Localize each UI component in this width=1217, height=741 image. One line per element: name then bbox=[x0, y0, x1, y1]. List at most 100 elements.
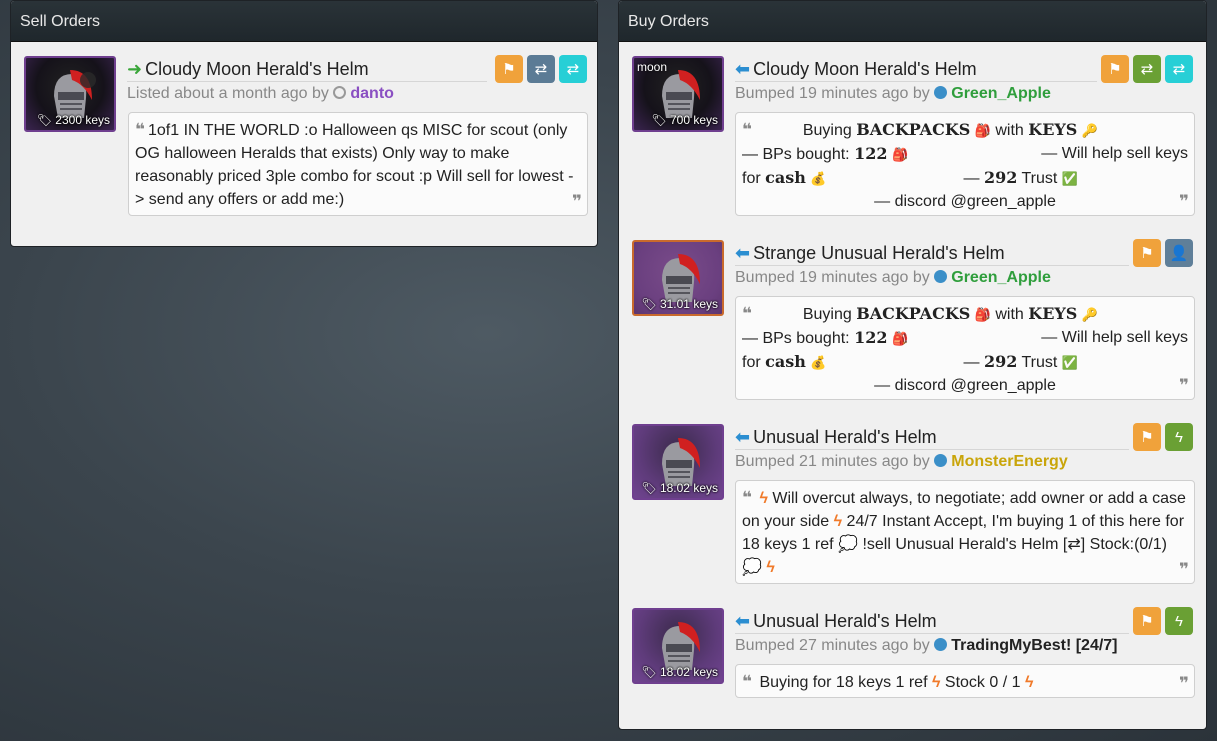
trade-offer-button[interactable]: ⇄ bbox=[1133, 55, 1161, 83]
flag-icon: ⚑ bbox=[1140, 429, 1154, 446]
instant-trade-button[interactable]: ϟ bbox=[1165, 607, 1193, 635]
tag-icon: 🏷 bbox=[651, 113, 667, 127]
item-title[interactable]: ⬅ Unusual Herald's Helm bbox=[735, 424, 1129, 450]
listing-meta: Bumped 21 minutes ago by MonsterEnergy bbox=[735, 451, 1068, 473]
key-icon: 🔑 bbox=[1081, 307, 1098, 322]
user-link[interactable]: Green_Apple bbox=[951, 85, 1051, 102]
quote-open-icon: ❝ bbox=[742, 120, 752, 139]
item-price: 🏷 700 keys bbox=[651, 113, 718, 127]
quote-open-icon: ❝ bbox=[742, 304, 752, 323]
listing-meta: Bumped 19 minutes ago by Green_Apple bbox=[735, 83, 1051, 105]
desc-text: Buying bbox=[802, 306, 852, 323]
desc-text: KEYS bbox=[1028, 120, 1078, 139]
item-thumbnail[interactable]: moon 🏷 700 keys bbox=[632, 56, 724, 132]
quote-open-icon: ❝ bbox=[742, 488, 752, 507]
lightning-icon: ϟ bbox=[1024, 674, 1034, 691]
item-price: 🏷 18.02 keys bbox=[641, 481, 718, 495]
item-title[interactable]: ⬅ Cloudy Moon Herald's Helm bbox=[735, 56, 1097, 82]
desc-text: 122 bbox=[854, 328, 888, 347]
item-name[interactable]: Cloudy Moon Herald's Helm bbox=[145, 59, 369, 79]
money-bag-icon: 💰 bbox=[810, 355, 827, 370]
add-user-icon: 👤 bbox=[1169, 245, 1189, 262]
backpack-icon: 🎒 bbox=[891, 331, 909, 346]
report-flag-button[interactable]: ⚑ bbox=[1101, 55, 1129, 83]
backpack-icon: 🎒 bbox=[891, 147, 909, 162]
arrow-right-icon: ➜ bbox=[127, 59, 143, 79]
arrow-left-icon: ⬅ bbox=[735, 243, 751, 263]
quote-close-icon: ❞ bbox=[1179, 674, 1189, 693]
tag-icon: 🏷 bbox=[641, 297, 657, 311]
buy-listing: 🏷 18.02 keys ⬅ Unusual Herald's Helm ⚑ ϟ … bbox=[619, 369, 1206, 584]
quote-open-icon: ❝ bbox=[742, 672, 752, 691]
listing-meta: Bumped 27 minutes ago by TradingMyBest! … bbox=[735, 635, 1118, 657]
item-price-text: 700 keys bbox=[669, 113, 718, 127]
exchange-icon: ⇄ bbox=[534, 61, 548, 78]
sell-orders-panel: Sell Orders 🏷 2300 keys ➜ Cloudy Moon Her… bbox=[10, 0, 598, 247]
item-price: 🏷 18.02 keys bbox=[641, 665, 718, 679]
desc-text: KEYS bbox=[1028, 304, 1078, 323]
item-title[interactable]: ➜ Cloudy Moon Herald's Helm bbox=[127, 56, 487, 82]
desc-text: !sell Unusual Herald's Helm [⇄] Stock:(0… bbox=[862, 536, 1167, 553]
send-offer-button[interactable]: ⇄ bbox=[1165, 55, 1193, 83]
lightning-icon: ϟ bbox=[1175, 612, 1183, 630]
lightning-icon: ϟ bbox=[931, 674, 941, 691]
report-flag-button[interactable]: ⚑ bbox=[1133, 423, 1161, 451]
desc-text: — BPs bought: bbox=[742, 146, 850, 163]
item-thumbnail[interactable]: 🏷 31.01 keys bbox=[632, 240, 724, 316]
desc-text: with bbox=[995, 122, 1024, 139]
exchange-icon: ⇄ bbox=[1140, 61, 1154, 78]
flag-icon: ⚑ bbox=[502, 61, 516, 78]
backpack-icon: 🎒 bbox=[974, 123, 991, 138]
flag-icon: ⚑ bbox=[1140, 245, 1154, 262]
report-flag-button[interactable]: ⚑ bbox=[495, 55, 523, 83]
desc-text: BACKPACKS bbox=[856, 120, 971, 139]
listing-description: ❝ 1of1 IN THE WORLD :o Halloween qs MISC … bbox=[128, 112, 588, 216]
add-friend-button[interactable]: 👤 bbox=[1165, 239, 1193, 267]
item-name[interactable]: Strange Unusual Herald's Helm bbox=[753, 243, 1005, 263]
listing-actions: ⚑ ϟ bbox=[1133, 607, 1193, 635]
instant-trade-button[interactable]: ϟ bbox=[1165, 423, 1193, 451]
quote-open-icon: ❝ bbox=[135, 120, 145, 139]
flag-icon: ⚑ bbox=[1140, 613, 1154, 630]
desc-text: with bbox=[995, 306, 1024, 323]
send-offer-button[interactable]: ⇄ bbox=[559, 55, 587, 83]
item-thumbnail[interactable]: 🏷 18.02 keys bbox=[632, 424, 724, 500]
desc-text: — Will help sell keys bbox=[1041, 329, 1188, 346]
user-link[interactable]: MonsterEnergy bbox=[951, 453, 1067, 470]
listing-actions: ⚑ ⇄ ⇄ bbox=[1101, 55, 1193, 83]
desc-text: 122 bbox=[854, 144, 888, 163]
desc-text: — BPs bought: bbox=[742, 330, 850, 347]
item-title[interactable]: ⬅ Unusual Herald's Helm bbox=[735, 608, 1129, 634]
report-flag-button[interactable]: ⚑ bbox=[1133, 607, 1161, 635]
buy-orders-panel: Buy Orders moon 🏷 700 keys ⬅ Cloudy Moon … bbox=[618, 0, 1207, 730]
sell-listing: 🏷 2300 keys ➜ Cloudy Moon Herald's Helm ⚑… bbox=[11, 1, 597, 246]
item-thumbnail[interactable]: 🏷 18.02 keys bbox=[632, 608, 724, 684]
online-status-icon bbox=[934, 638, 948, 651]
arrow-left-icon: ⬅ bbox=[735, 59, 751, 79]
item-name[interactable]: Unusual Herald's Helm bbox=[753, 611, 937, 631]
key-icon: 🔑 bbox=[1081, 123, 1098, 138]
lightning-icon: ϟ bbox=[1175, 428, 1183, 446]
listing-time: Bumped 19 minutes ago by bbox=[735, 269, 930, 286]
item-title[interactable]: ⬅ Strange Unusual Herald's Helm bbox=[735, 240, 1129, 266]
arrow-left-icon: ⬅ bbox=[735, 427, 751, 447]
item-name[interactable]: Unusual Herald's Helm bbox=[753, 427, 937, 447]
item-price: 🏷 31.01 keys bbox=[641, 297, 718, 311]
exchange-icon: ⇄ bbox=[566, 61, 580, 78]
item-name[interactable]: Cloudy Moon Herald's Helm bbox=[753, 59, 977, 79]
desc-text: Buying for 18 keys 1 ref bbox=[759, 674, 928, 691]
item-thumbnail[interactable]: 🏷 2300 keys bbox=[24, 56, 116, 132]
tag-icon: 🏷 bbox=[641, 481, 657, 495]
user-link[interactable]: TradingMyBest! [24/7] bbox=[951, 637, 1117, 654]
speech-bubble-icon: 💭 bbox=[838, 536, 858, 553]
check-icon: ✅ bbox=[1061, 355, 1078, 370]
trade-offer-button[interactable]: ⇄ bbox=[527, 55, 555, 83]
money-bag-icon: 💰 bbox=[810, 171, 827, 186]
offline-status-icon bbox=[333, 86, 347, 99]
user-link[interactable]: Green_Apple bbox=[951, 269, 1051, 286]
report-flag-button[interactable]: ⚑ bbox=[1133, 239, 1161, 267]
user-link[interactable]: danto bbox=[350, 85, 394, 102]
desc-text: — Will help sell keys bbox=[1041, 145, 1188, 162]
item-price-text: 18.02 keys bbox=[659, 665, 718, 679]
online-status-icon bbox=[934, 86, 948, 99]
